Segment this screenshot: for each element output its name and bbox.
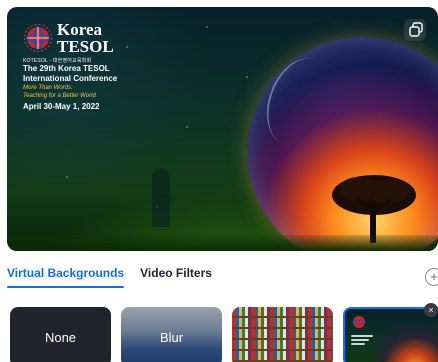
plus-circle-icon: + [430, 269, 438, 284]
conference-title-line2: International Conference [23, 74, 118, 83]
thumbnail-none[interactable]: None [10, 307, 111, 362]
mini-globe-icon [352, 316, 366, 328]
mini-brand [351, 314, 373, 345]
background-preview: Korea TESOL KOTESOL - 대한영어교육학회 The 29th … [7, 7, 438, 251]
conference-theme-line1: More Than Words: [23, 85, 73, 91]
globe-logo-icon [24, 24, 52, 52]
conference-title-line1: The 29th Korea TESOL [23, 64, 110, 73]
tab-video-filters[interactable]: Video Filters [140, 266, 212, 288]
copy-button[interactable] [404, 19, 426, 41]
conference-theme-line2: Teaching for a Better World [23, 93, 96, 99]
thumbnail-blur[interactable]: Blur [121, 307, 222, 362]
close-icon: × [428, 305, 434, 315]
thumbnail-blur-label: Blur [159, 329, 184, 345]
add-background-button[interactable]: + [425, 268, 438, 286]
kotesol-brand: Korea TESOL KOTESOL - 대한영어교육학회 [23, 21, 114, 64]
remove-background-button[interactable]: × [424, 303, 438, 317]
person-silhouette [152, 169, 170, 227]
conference-dates: April 30-May 1, 2022 [23, 102, 100, 111]
grass-strip [7, 235, 438, 251]
brand-name-line2: TESOL [57, 37, 114, 56]
thumbnail-kotesol-selected[interactable] [343, 307, 438, 362]
thumbnail-none-label: None [44, 329, 77, 345]
thumbnail-bookshelf[interactable] [232, 307, 333, 362]
conference-info: The 29th Korea TESOL International Confe… [23, 64, 117, 112]
tab-bar: Virtual Backgrounds Video Filters [7, 266, 212, 288]
tab-virtual-backgrounds[interactable]: Virtual Backgrounds [7, 266, 125, 288]
brand-tagline: KOTESOL - 대한영어교육학회 [23, 58, 92, 64]
copy-icon [409, 22, 423, 37]
brand-name-line1: Korea [57, 20, 103, 39]
